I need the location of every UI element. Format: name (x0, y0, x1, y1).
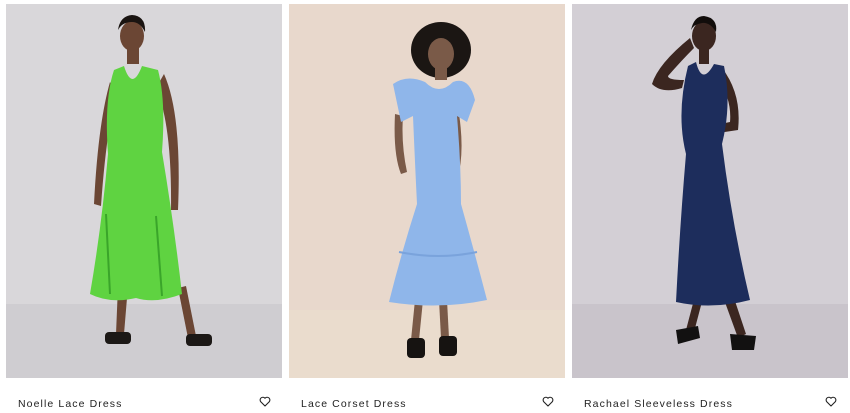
model-head (120, 21, 144, 51)
shoe (730, 334, 756, 350)
shoe (186, 334, 212, 346)
heart-outline-icon[interactable] (258, 395, 272, 408)
product-caption: Noelle Lace Dress (6, 378, 282, 413)
product-name[interactable]: Noelle Lace Dress (18, 398, 123, 410)
model-neck (435, 66, 447, 80)
product-image[interactable] (572, 4, 848, 378)
shoe (407, 338, 425, 358)
product-image[interactable] (6, 4, 282, 378)
heart-outline-icon[interactable] (541, 395, 555, 408)
model-neck (699, 48, 709, 64)
product-image[interactable] (289, 4, 565, 378)
shoe (439, 336, 457, 356)
photo-floor (572, 304, 848, 378)
product-grid: Noelle Lace Dress Lace Corset Dress Rach… (0, 0, 850, 413)
product-card[interactable]: Rachael Sleeveless Dress (572, 4, 848, 413)
product-name[interactable]: Lace Corset Dress (301, 398, 407, 410)
heart-outline-icon[interactable] (824, 395, 838, 408)
shoe (105, 332, 131, 344)
product-caption: Lace Corset Dress (289, 378, 565, 413)
photo-floor (289, 310, 565, 378)
product-card[interactable]: Noelle Lace Dress (6, 4, 282, 413)
model-head (428, 38, 454, 70)
product-name[interactable]: Rachael Sleeveless Dress (584, 398, 733, 410)
photo-floor (6, 304, 282, 378)
product-caption: Rachael Sleeveless Dress (572, 378, 848, 413)
product-card[interactable]: Lace Corset Dress (289, 4, 565, 413)
